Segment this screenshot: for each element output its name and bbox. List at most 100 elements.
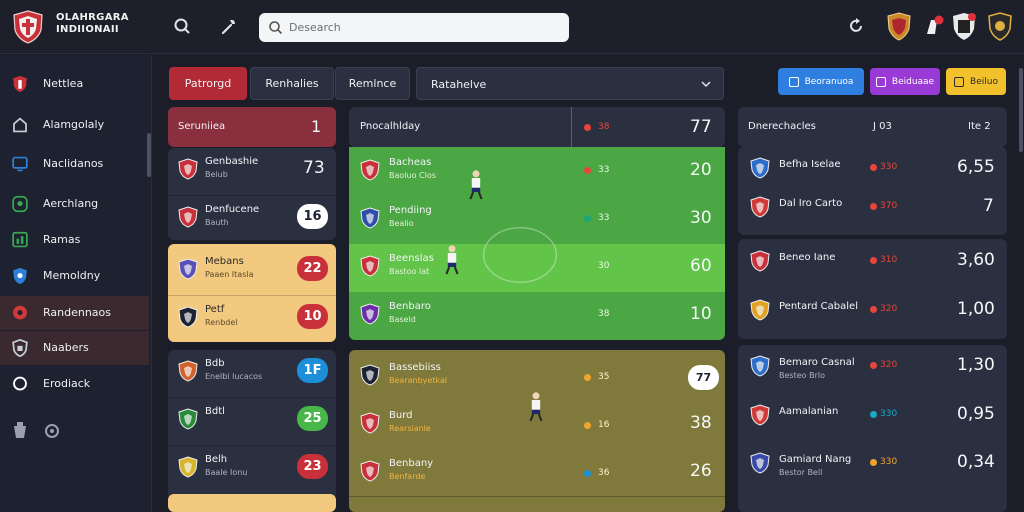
- ball-icon: [13, 305, 27, 320]
- mid-header-value: 77: [690, 117, 712, 137]
- score-pill[interactable]: 16: [297, 204, 328, 229]
- team-crest-icon: [360, 303, 380, 325]
- status-dot: [584, 422, 591, 429]
- team-crest-icon: [360, 207, 380, 229]
- player-figure-icon: [445, 245, 459, 275]
- row-divider: [168, 195, 336, 196]
- score-pill[interactable]: 23: [297, 454, 328, 479]
- club-crest-icon[interactable]: [951, 12, 977, 42]
- notification-icon[interactable]: [921, 12, 947, 42]
- tab-renhalies[interactable]: Renhalies: [250, 67, 334, 100]
- brand-name: OLAHRGARA INDIIONAII: [56, 12, 129, 36]
- odds-change: 320: [880, 304, 898, 314]
- match-score: 10: [690, 304, 712, 324]
- action-label: Beiluo: [970, 76, 998, 87]
- brand-line-2: INDIIONAII: [56, 24, 119, 35]
- team-crest-icon: [178, 258, 198, 280]
- team-name: Bassebiiss: [389, 362, 441, 373]
- odds-value: 1,30: [957, 355, 995, 375]
- status-dot: [584, 167, 591, 174]
- team-subtitle: Bastoo lat: [389, 267, 430, 276]
- tab-patrorgd[interactable]: Patrorgd: [169, 67, 247, 100]
- tools-icon[interactable]: [219, 16, 239, 36]
- profile-badge-icon[interactable]: [987, 12, 1013, 42]
- sidebar-item-aerchlang[interactable]: Aerchlang: [0, 187, 149, 221]
- odds-value: 1,00: [957, 299, 995, 319]
- score-pill[interactable]: 77: [688, 365, 719, 390]
- club-badge-icon[interactable]: [886, 12, 912, 42]
- search-input[interactable]: [289, 13, 559, 42]
- filter-dropdown[interactable]: Ratahelve: [416, 67, 724, 100]
- app-root: OLAHRGARA INDIIONAII Desearch Patrorgd R…: [0, 0, 1024, 512]
- shield-icon: [13, 75, 27, 93]
- refresh-icon[interactable]: [846, 16, 866, 36]
- circle-icon: [13, 376, 27, 391]
- team-crest-icon: [178, 206, 198, 228]
- team-name: Burd: [389, 410, 413, 421]
- brand-line-1: OLAHRGARA: [56, 12, 129, 23]
- team-crest-icon: [360, 255, 380, 277]
- settings-icon[interactable]: [43, 420, 61, 442]
- match-score: 30: [690, 208, 712, 228]
- left-header-title: Seruniiea: [178, 121, 226, 132]
- right-header-col2: Ite 2: [968, 121, 991, 132]
- action-icon: [954, 76, 965, 87]
- score-value: 73: [303, 158, 325, 178]
- team-subtitle: Baseld: [389, 315, 416, 324]
- team-crest-icon: [360, 364, 380, 386]
- sidebar-item-naabers[interactable]: Naabers: [0, 331, 149, 365]
- match-score: 26: [690, 461, 712, 481]
- score-pill[interactable]: 22: [297, 256, 328, 281]
- action-button-3[interactable]: Beiluo: [946, 68, 1006, 95]
- team-name: Bacheas: [389, 157, 432, 168]
- team-crest-icon: [750, 452, 770, 474]
- team-name: Petf: [205, 304, 225, 315]
- score-pill[interactable]: 1F: [297, 358, 328, 383]
- status-dot: [870, 257, 877, 264]
- sidebar-item-naclidanos[interactable]: Naclidanos: [0, 147, 149, 181]
- action-icon: [875, 76, 886, 87]
- tab-remlnce[interactable]: Remlnce: [335, 67, 410, 100]
- team-name: Benbaro: [389, 301, 431, 312]
- status-dot: [870, 306, 877, 313]
- search-bar[interactable]: [259, 13, 569, 42]
- action-button-2[interactable]: Beiduaae: [870, 68, 940, 95]
- team-crest-icon: [750, 157, 770, 179]
- sidebar-item-label: Alamgolaly: [43, 118, 105, 131]
- row-divider: [168, 397, 336, 398]
- odds-change: 310: [880, 255, 898, 265]
- team-subtitle: Bestor Bell: [779, 468, 823, 477]
- grid-icon[interactable]: [11, 420, 29, 442]
- team-subtitle: Enelbi lucacos: [205, 372, 263, 381]
- team-crest-icon: [360, 159, 380, 181]
- team-name: Beneo Iane: [779, 252, 836, 263]
- action-label: Beoranuoa: [804, 76, 854, 87]
- score-pill[interactable]: 25: [297, 406, 328, 431]
- sidebar-item-alamgolaly[interactable]: Alamgolaly: [0, 108, 149, 142]
- status-dot: [870, 459, 877, 466]
- search-icon[interactable]: [172, 16, 192, 36]
- sidebar-item-memoldny[interactable]: Memoldny: [0, 259, 149, 293]
- status-dot: [584, 470, 591, 477]
- team-crest-icon: [178, 360, 198, 382]
- team-subtitle: Bealio: [389, 219, 414, 228]
- sidebar-item-label: Aerchlang: [43, 197, 99, 210]
- odds-value: 0,95: [957, 404, 995, 424]
- mid-header-badge: 38: [598, 122, 610, 132]
- sidebar-item-ramas[interactable]: Ramas: [0, 223, 149, 257]
- action-button-1[interactable]: Beoranuoa: [778, 68, 864, 95]
- sidebar-item-erodiack[interactable]: Erodiack: [0, 367, 149, 401]
- team-crest-icon: [178, 456, 198, 478]
- team-crest-icon: [360, 460, 380, 482]
- sidebar-item-randennaos[interactable]: Randennaos: [0, 296, 149, 330]
- page-scrollbar[interactable]: [1019, 68, 1023, 152]
- sidebar-item-nettlea[interactable]: Nettlea: [0, 67, 149, 101]
- brand-logo-icon[interactable]: [12, 10, 44, 44]
- team-subtitle: Baoluo Clos: [389, 171, 436, 180]
- team-name: Bemaro Casnal: [779, 357, 855, 368]
- score-pill[interactable]: 10: [297, 304, 328, 329]
- mid-header-title: Pnocalhlday: [360, 121, 421, 132]
- sidebar-item-label: Naabers: [43, 341, 89, 354]
- monitor-icon: [12, 156, 28, 172]
- right-header-col1: J 03: [873, 121, 892, 132]
